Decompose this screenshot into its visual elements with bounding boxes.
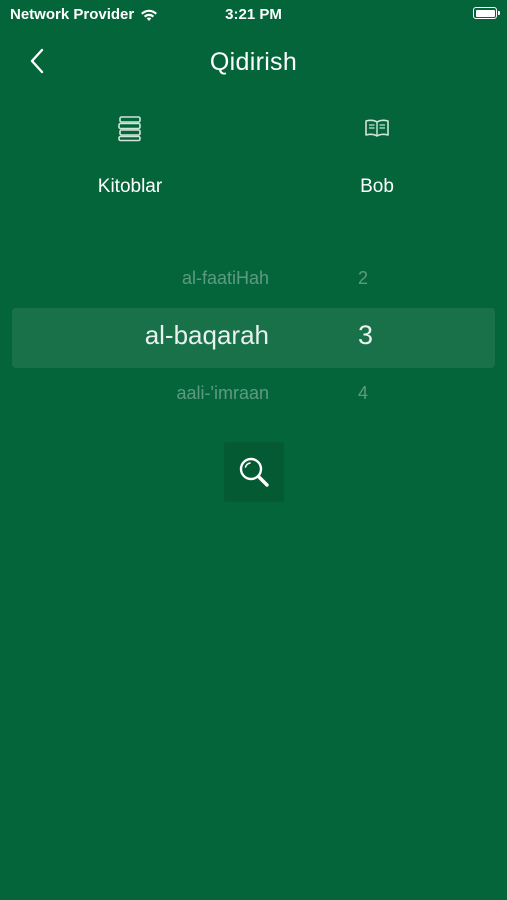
picker-row[interactable]: al-faatiHah 2 — [0, 268, 507, 292]
books-stack-icon — [118, 116, 141, 142]
page-title: Qidirish — [209, 48, 298, 76]
book-chapter-picker[interactable]: al-faatiHah 2 al-baqarah 3 aali-'imraan … — [0, 250, 507, 420]
battery-icon — [473, 7, 500, 19]
selector-tabs: Kitoblar Bob — [0, 108, 507, 208]
picker-book-name: aali-'imraan — [176, 383, 269, 403]
tab-books[interactable]: Kitoblar — [50, 108, 210, 208]
tab-books-label: Kitoblar — [97, 176, 163, 197]
picker-row[interactable]: aali-'imraan 4 — [0, 383, 507, 407]
search-button[interactable] — [224, 442, 284, 502]
picker-row-selected[interactable]: al-baqarah 3 — [0, 320, 507, 356]
picker-chapter-number: 2 — [358, 268, 369, 288]
navigation-bar: Qidirish — [0, 36, 507, 88]
tab-chapter[interactable]: Bob — [297, 108, 457, 208]
picker-chapter-number: 3 — [358, 320, 374, 350]
open-book-icon — [365, 119, 389, 137]
status-bar: Network Provider 3:21 PM — [0, 0, 507, 28]
picker-chapter-number: 4 — [358, 383, 369, 403]
status-time: 3:21 PM — [225, 6, 282, 23]
tab-chapter-label: Bob — [360, 176, 394, 197]
picker-book-name: al-baqarah — [144, 320, 269, 350]
search-icon — [239, 457, 269, 487]
picker-book-name: al-faatiHah — [181, 268, 269, 288]
